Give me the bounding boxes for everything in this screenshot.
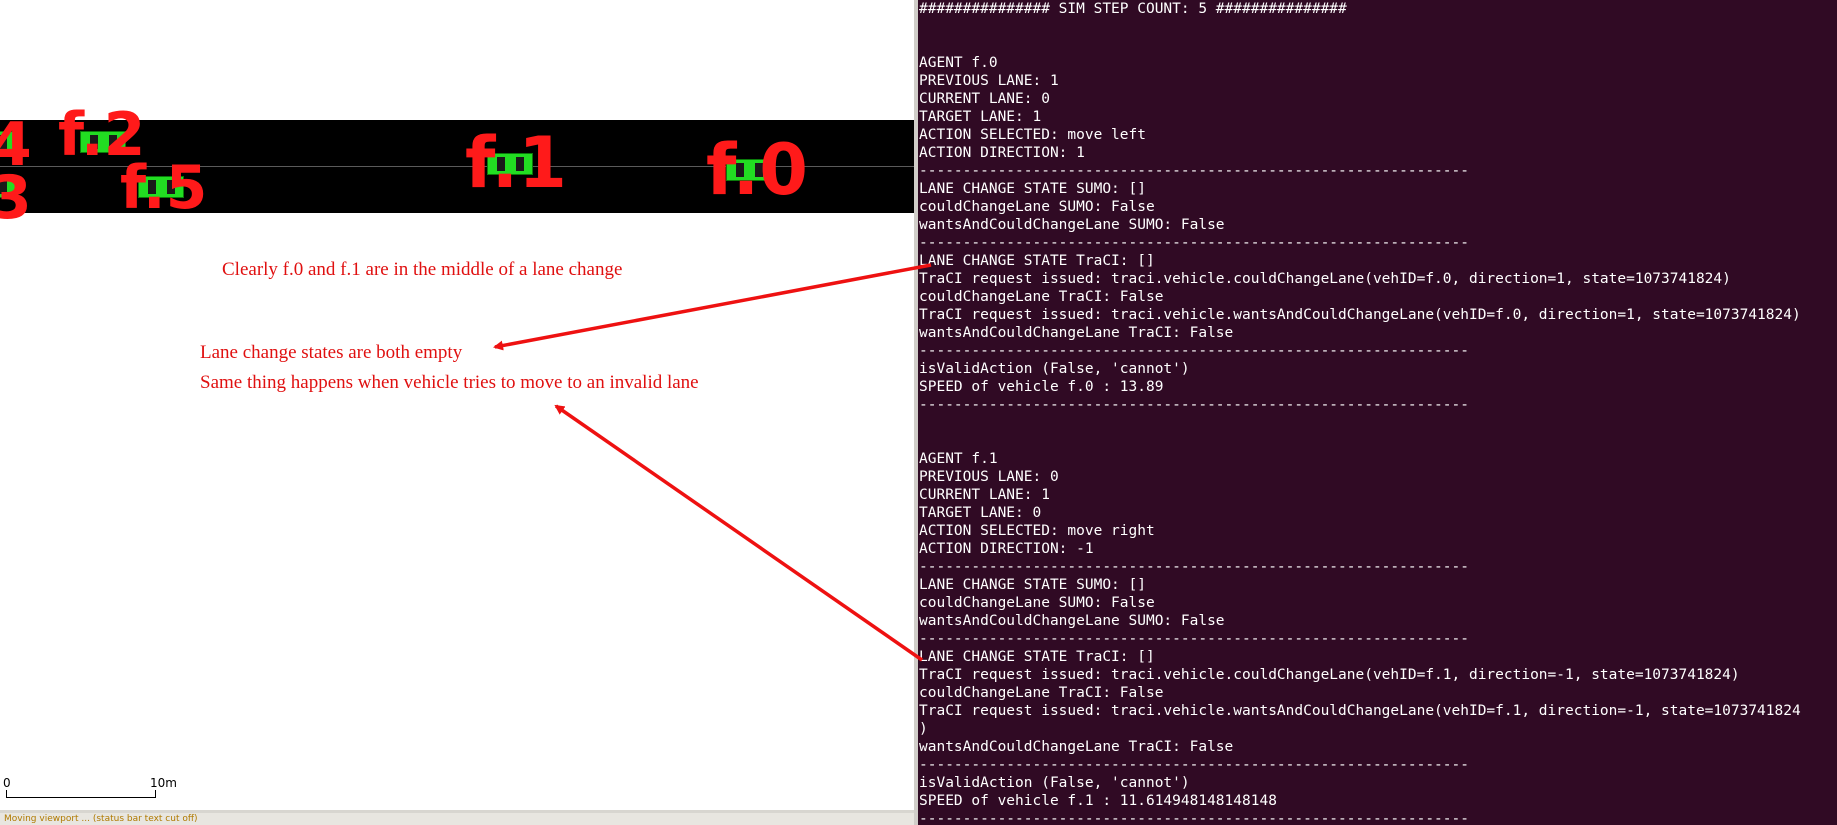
terminal-line: PREVIOUS LANE: 1: [919, 73, 1059, 89]
terminal-line: TraCI request issued: traci.vehicle.coul…: [919, 667, 1740, 683]
terminal-line: ----------------------------------------…: [919, 235, 1469, 251]
terminal-window[interactable]: ############### SIM STEP COUNT: 5 ######…: [918, 0, 1837, 825]
vehicle-label-f1: f.1: [465, 122, 567, 204]
terminal-line: couldChangeLane TraCI: False: [919, 685, 1164, 701]
terminal-line: PREVIOUS LANE: 0: [919, 469, 1059, 485]
vehicle-label-f0: f.0: [706, 129, 808, 211]
terminal-line: AGENT f.1: [919, 451, 998, 467]
terminal-line: wantsAndCouldChangeLane SUMO: False: [919, 613, 1225, 629]
annotation-invalid-lane: Same thing happens when vehicle tries to…: [200, 372, 699, 393]
terminal-line: SPEED of vehicle f.0 : 13.89: [919, 379, 1164, 395]
terminal-line: wantsAndCouldChangeLane TraCI: False: [919, 325, 1234, 341]
scale-start-label: 0: [3, 776, 11, 790]
simulation-view[interactable]: 4 3 f.2 f.5 f.1 f.0 Clearly f.0 and f.1 …: [0, 0, 914, 810]
terminal-line: TARGET LANE: 1: [919, 109, 1042, 125]
terminal-line: LANE CHANGE STATE SUMO: []: [919, 577, 1146, 593]
terminal-line: ACTION DIRECTION: -1: [919, 541, 1094, 557]
terminal-line: LANE CHANGE STATE TraCI: []: [919, 649, 1155, 665]
status-bar: Moving viewport ... (status bar text cut…: [0, 810, 914, 825]
terminal-line: ----------------------------------------…: [919, 343, 1469, 359]
scale-bar: 0 10m: [3, 776, 177, 800]
annotation-empty-states: Lane change states are both empty: [200, 342, 463, 363]
vehicle-label-f5: f.5: [120, 153, 208, 223]
terminal-line: wantsAndCouldChangeLane SUMO: False: [919, 217, 1225, 233]
terminal-line: ----------------------------------------…: [919, 559, 1469, 575]
terminal-line: isValidAction (False, 'cannot'): [919, 361, 1190, 377]
terminal-line: CURRENT LANE: 0: [919, 91, 1050, 107]
scale-end-label: 10m: [150, 776, 177, 790]
terminal-line: ----------------------------------------…: [919, 397, 1469, 413]
terminal-line: CURRENT LANE: 1: [919, 487, 1050, 503]
terminal-line: couldChangeLane SUMO: False: [919, 199, 1155, 215]
terminal-line: ACTION SELECTED: move left: [919, 127, 1146, 143]
terminal-line: TraCI request issued: traci.vehicle.want…: [919, 307, 1801, 323]
terminal-line: couldChangeLane TraCI: False: [919, 289, 1164, 305]
terminal-line: AGENT f.0: [919, 55, 998, 71]
terminal-line: ############### SIM STEP COUNT: 5 ######…: [919, 1, 1347, 17]
terminal-line: LANE CHANGE STATE SUMO: []: [919, 181, 1146, 197]
terminal-line: ): [919, 721, 928, 737]
terminal-line: TraCI request issued: traci.vehicle.want…: [919, 703, 1801, 719]
terminal-line: isValidAction (False, 'cannot'): [919, 775, 1190, 791]
terminal-line: TARGET LANE: 0: [919, 505, 1042, 521]
terminal-line: ACTION DIRECTION: 1: [919, 145, 1085, 161]
annotation-lane-change: Clearly f.0 and f.1 are in the middle of…: [222, 259, 623, 280]
terminal-line: wantsAndCouldChangeLane TraCI: False: [919, 739, 1234, 755]
terminal-line: ----------------------------------------…: [919, 757, 1469, 773]
terminal-line: ----------------------------------------…: [919, 631, 1469, 647]
terminal-line: SPEED of vehicle f.1 : 11.61494814814814…: [919, 793, 1277, 809]
terminal-line: ----------------------------------------…: [919, 163, 1469, 179]
terminal-line: couldChangeLane SUMO: False: [919, 595, 1155, 611]
terminal-line: TraCI request issued: traci.vehicle.coul…: [919, 271, 1731, 287]
terminal-line: ACTION SELECTED: move right: [919, 523, 1155, 539]
vehicle-label-3: 3: [0, 163, 32, 233]
terminal-line: ----------------------------------------…: [919, 811, 1469, 825]
terminal-line: LANE CHANGE STATE TraCI: []: [919, 253, 1155, 269]
